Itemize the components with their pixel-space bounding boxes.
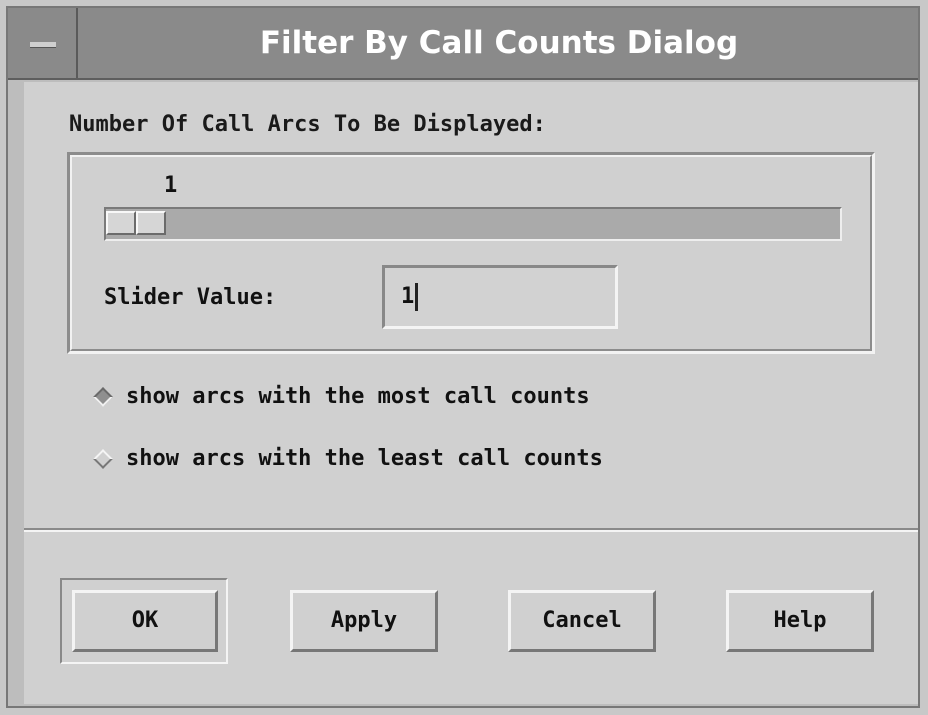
radio-least-label: show arcs with the least call counts (126, 446, 603, 471)
cancel-button[interactable]: Cancel (508, 590, 656, 652)
dialog-body: Number Of Call Arcs To Be Displayed: 1 S… (24, 82, 918, 704)
diamond-radio-icon (93, 386, 113, 407)
window-menu-button[interactable] (8, 8, 78, 78)
window-menu-icon (30, 42, 56, 47)
slider-thumb-left (106, 211, 136, 235)
slider-value-label: Slider Value: (104, 285, 277, 310)
slider-current-value: 1 (164, 173, 178, 198)
text-cursor (415, 283, 419, 311)
section-label: Number Of Call Arcs To Be Displayed: (69, 112, 546, 137)
slider-group: 1 Slider Value: 1 (67, 152, 875, 354)
radio-most-call-counts[interactable]: show arcs with the most call counts (93, 384, 590, 409)
slider-thumb-right (136, 211, 166, 235)
apply-button[interactable]: Apply (290, 590, 438, 652)
title-bar[interactable]: Filter By Call Counts Dialog (8, 8, 918, 80)
slider-value-input[interactable]: 1 (382, 265, 618, 329)
radio-least-call-counts[interactable]: show arcs with the least call counts (93, 446, 603, 471)
diamond-radio-icon (93, 448, 113, 469)
button-separator (24, 528, 918, 532)
dialog-title: Filter By Call Counts Dialog (259, 25, 739, 61)
radio-most-label: show arcs with the most call counts (126, 384, 590, 409)
help-button[interactable]: Help (726, 590, 874, 652)
slider-trough[interactable] (104, 207, 842, 241)
slider-thumb[interactable] (106, 211, 180, 235)
slider-value-text: 1 (401, 284, 415, 309)
ok-button[interactable]: OK (72, 590, 218, 652)
